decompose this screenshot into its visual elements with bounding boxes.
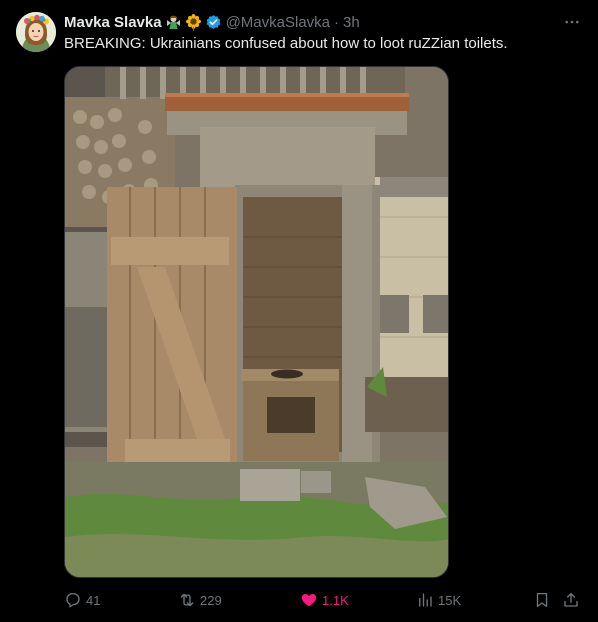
repost-button[interactable]: 229 bbox=[178, 590, 222, 610]
tweet-text: BREAKING: Ukrainians confused about how … bbox=[64, 35, 508, 52]
display-name[interactable]: Mavka Slavka bbox=[64, 14, 162, 31]
share-icon bbox=[564, 592, 578, 607]
reply-button[interactable]: 41 bbox=[64, 590, 100, 610]
separator-dot: · bbox=[334, 13, 340, 31]
repost-icon bbox=[180, 593, 194, 607]
reply-icon bbox=[66, 592, 80, 608]
tweet[interactable]: Mavka Slavka @MavkaSlavka · 3h BREAKING:… bbox=[0, 0, 598, 622]
woman-fairy-emoji bbox=[165, 14, 182, 31]
repost-count: 229 bbox=[200, 592, 222, 608]
author-handle[interactable]: @MavkaSlavka bbox=[226, 14, 330, 31]
like-icon bbox=[301, 594, 317, 607]
bookmark-button[interactable] bbox=[533, 590, 555, 610]
views-icon bbox=[419, 593, 432, 607]
views-count: 15K bbox=[438, 592, 462, 608]
verified-badge-icon[interactable] bbox=[205, 14, 222, 31]
avatar[interactable] bbox=[16, 12, 56, 52]
action-bar: 41 229 1.1K 15K bbox=[64, 590, 584, 610]
timestamp[interactable]: 3h bbox=[343, 14, 360, 31]
bookmark-icon bbox=[536, 592, 548, 608]
views-button[interactable]: 15K bbox=[416, 590, 461, 610]
share-button[interactable] bbox=[562, 590, 584, 610]
sunflower-emoji bbox=[185, 13, 202, 31]
like-count: 1.1K bbox=[322, 592, 349, 608]
reply-count: 41 bbox=[86, 592, 101, 608]
like-button[interactable]: 1.1K bbox=[300, 590, 349, 610]
tweet-photo[interactable] bbox=[64, 66, 449, 578]
tweet-header: Mavka Slavka @MavkaSlavka · 3h bbox=[64, 12, 360, 32]
more-icon[interactable] bbox=[560, 12, 584, 32]
